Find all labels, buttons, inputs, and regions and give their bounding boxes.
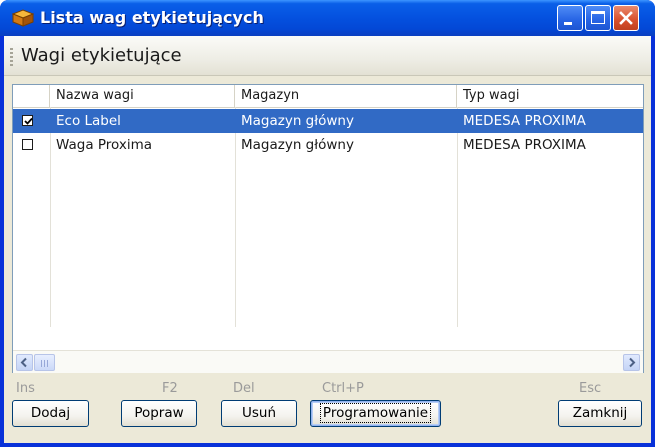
chevron-left-icon <box>20 357 27 368</box>
toolbar-title: Wagi etykietujące <box>21 45 182 66</box>
column-header-type[interactable]: Typ wagi <box>457 85 643 107</box>
scales-grid[interactable]: Nazwa wagi Magazyn Typ wagi Eco Label Ma… <box>12 84 644 373</box>
box-icon <box>11 9 35 27</box>
programming-button-label: Programowanie <box>319 403 432 423</box>
close-window-button[interactable] <box>613 5 639 31</box>
scroll-thumb[interactable] <box>34 354 55 371</box>
window: Lista wag etykietujących Wagi etykietują… <box>0 0 655 447</box>
row-checkbox[interactable] <box>22 139 33 150</box>
cell-type: MEDESA PROXIMA <box>463 137 586 153</box>
minimize-button[interactable] <box>557 5 583 31</box>
edit-button-label: Popraw <box>134 405 184 421</box>
grid-header: Nazwa wagi Magazyn Typ wagi <box>13 85 643 108</box>
minimize-icon <box>564 22 572 25</box>
window-client-area: Wagi etykietujące Nazwa wagi Magazyn Typ… <box>4 36 651 443</box>
chevron-right-icon <box>629 357 636 368</box>
cell-type: MEDESA PROXIMA <box>463 113 586 129</box>
column-header-warehouse[interactable]: Magazyn <box>235 85 457 107</box>
maximize-button[interactable] <box>585 5 611 31</box>
toolbar: Wagi etykietujące <box>4 36 651 76</box>
shortcut-label-add: Ins <box>16 381 35 396</box>
checkbox-column-header[interactable] <box>13 85 50 107</box>
row-checkbox[interactable] <box>22 115 33 126</box>
table-row[interactable]: Eco Label Magazyn główny MEDESA PROXIMA <box>13 109 643 133</box>
table-row[interactable]: Waga Proxima Magazyn główny MEDESA PROXI… <box>13 133 643 157</box>
close-button-label: Zamknij <box>572 405 628 421</box>
column-header-name[interactable]: Nazwa wagi <box>50 85 235 107</box>
scroll-right-button[interactable] <box>623 354 640 371</box>
programming-button[interactable]: Programowanie <box>310 400 441 427</box>
scroll-left-button[interactable] <box>16 354 33 371</box>
shortcut-label-edit: F2 <box>162 381 178 396</box>
cell-name: Eco Label <box>56 113 121 129</box>
close-icon <box>614 6 638 30</box>
toolbar-grip-icon[interactable] <box>10 48 13 66</box>
edit-button[interactable]: Popraw <box>121 400 197 427</box>
add-button[interactable]: Dodaj <box>12 400 89 427</box>
shortcut-label-close: Esc <box>579 381 602 396</box>
add-button-label: Dodaj <box>30 405 71 421</box>
cell-warehouse: Magazyn główny <box>241 137 354 153</box>
shortcut-label-delete: Del <box>233 381 255 396</box>
cell-name: Waga Proxima <box>56 137 153 153</box>
horizontal-scrollbar[interactable] <box>13 350 643 373</box>
shortcut-label-program: Ctrl+P <box>322 381 364 396</box>
maximize-icon <box>591 11 605 24</box>
title-bar[interactable]: Lista wag etykietujących <box>0 0 655 36</box>
cell-warehouse: Magazyn główny <box>241 113 354 129</box>
checkmark-icon <box>24 117 33 125</box>
window-title: Lista wag etykietujących <box>40 8 264 27</box>
delete-button[interactable]: Usuń <box>221 400 297 427</box>
close-button[interactable]: Zamknij <box>558 400 642 427</box>
delete-button-label: Usuń <box>241 405 277 421</box>
